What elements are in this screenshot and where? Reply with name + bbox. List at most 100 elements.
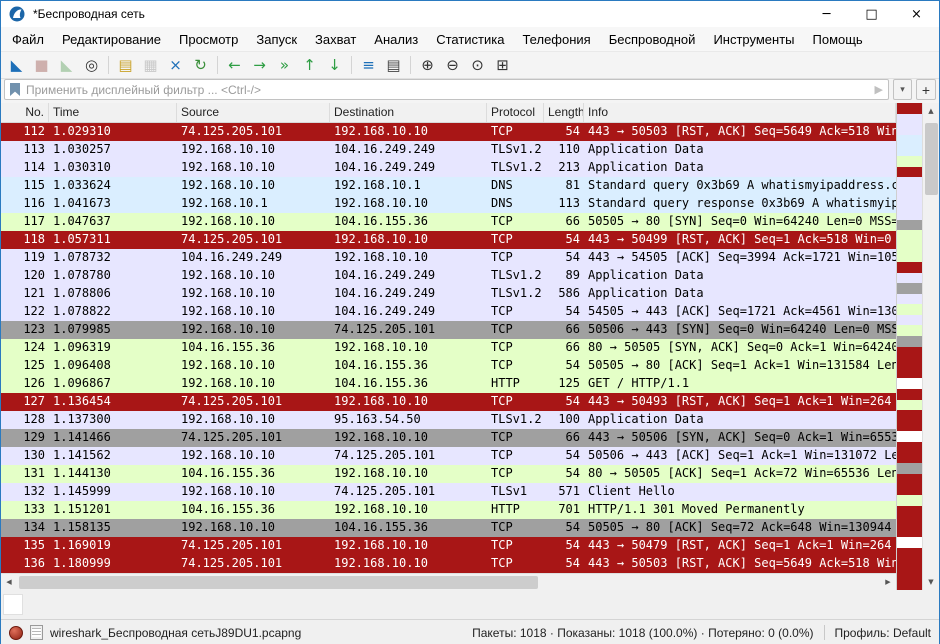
- packet-row-123[interactable]: 1231.079985192.168.10.1074.125.205.101TC…: [1, 321, 896, 339]
- packet-row-132[interactable]: 1321.145999192.168.10.1074.125.205.101TL…: [1, 483, 896, 501]
- menu-item-7[interactable]: Статистика: [427, 30, 513, 49]
- expert-info-icon[interactable]: [9, 626, 23, 640]
- packet-row-135[interactable]: 1351.16901974.125.205.101192.168.10.10TC…: [1, 537, 896, 555]
- cell-proto: TCP: [487, 429, 544, 447]
- cell-proto: TLSv1.2: [487, 141, 544, 159]
- vertical-scrollbar[interactable]: ▲ ▼: [922, 103, 939, 590]
- close-file-icon[interactable]: ×: [163, 54, 188, 77]
- cell-len: 54: [544, 303, 584, 321]
- packet-row-116[interactable]: 1161.041673192.168.10.1192.168.10.10DNS1…: [1, 195, 896, 213]
- packet-row-114[interactable]: 1141.030310192.168.10.10104.16.249.249TL…: [1, 159, 896, 177]
- column-header-destination[interactable]: Destination: [330, 103, 487, 122]
- packet-row-126[interactable]: 1261.096867192.168.10.10104.16.155.36HTT…: [1, 375, 896, 393]
- menu-item-4[interactable]: Запуск: [247, 30, 306, 49]
- packet-row-125[interactable]: 1251.096408192.168.10.10104.16.155.36TCP…: [1, 357, 896, 375]
- packet-row-124[interactable]: 1241.096319104.16.155.36192.168.10.10TCP…: [1, 339, 896, 357]
- menu-item-1[interactable]: Файл: [3, 30, 53, 49]
- horizontal-scroll-thumb[interactable]: [19, 576, 538, 589]
- vertical-scroll-thumb[interactable]: [925, 123, 938, 195]
- column-header-source[interactable]: Source: [177, 103, 330, 122]
- cell-time: 1.096319: [49, 339, 177, 357]
- display-filter-input[interactable]: [26, 83, 869, 97]
- cell-no: 123: [1, 321, 49, 339]
- packet-row-112[interactable]: 1121.02931074.125.205.101192.168.10.10TC…: [1, 123, 896, 141]
- column-header-length[interactable]: Length: [544, 103, 584, 122]
- minimap-stripe: [897, 103, 922, 114]
- scroll-down-icon[interactable]: ▼: [923, 574, 939, 590]
- menu-item-9[interactable]: Беспроводной: [600, 30, 705, 49]
- close-button[interactable]: ×: [894, 1, 939, 27]
- reload-file-icon[interactable]: ↻: [188, 54, 213, 77]
- status-bar-right: Пакеты: 1018 · Показаны: 1018 (100.0%) ·…: [472, 625, 931, 640]
- colorize-packets-icon[interactable]: ▤: [381, 54, 406, 77]
- filter-bookmark-icon[interactable]: [10, 83, 20, 96]
- packet-row-136[interactable]: 1361.18099974.125.205.101192.168.10.10TC…: [1, 555, 896, 573]
- packet-row-120[interactable]: 1201.078780192.168.10.10104.16.249.249TL…: [1, 267, 896, 285]
- packet-row-115[interactable]: 1151.033624192.168.10.10192.168.10.1DNS8…: [1, 177, 896, 195]
- go-first-packet-icon[interactable]: ↑: [297, 54, 322, 77]
- column-header-info[interactable]: Info: [584, 103, 896, 122]
- go-to-packet-icon[interactable]: »: [272, 54, 297, 77]
- packet-row-119[interactable]: 1191.078732104.16.249.249192.168.10.10TC…: [1, 249, 896, 267]
- menu-item-8[interactable]: Телефония: [513, 30, 599, 49]
- scroll-left-icon[interactable]: ◀: [1, 574, 17, 590]
- packet-row-128[interactable]: 1281.137300192.168.10.1095.163.54.50TLSv…: [1, 411, 896, 429]
- cell-src: 192.168.10.10: [177, 177, 330, 195]
- toolbar-separator: [217, 56, 218, 74]
- zoom-original-icon[interactable]: ⊙: [465, 54, 490, 77]
- capture-filename: wireshark_Беспроводная сетьJ89DU1.pcapng: [50, 626, 301, 640]
- menu-item-3[interactable]: Просмотр: [170, 30, 247, 49]
- menu-item-5[interactable]: Захват: [306, 30, 365, 49]
- packet-row-130[interactable]: 1301.141562192.168.10.1074.125.205.101TC…: [1, 447, 896, 465]
- menu-item-6[interactable]: Анализ: [365, 30, 427, 49]
- scroll-right-icon[interactable]: ▶: [880, 574, 896, 590]
- menu-item-10[interactable]: Инструменты: [704, 30, 803, 49]
- packet-row-127[interactable]: 1271.13645474.125.205.101192.168.10.10TC…: [1, 393, 896, 411]
- resize-columns-icon[interactable]: ⊞: [490, 54, 515, 77]
- scroll-up-icon[interactable]: ▲: [923, 103, 939, 119]
- column-header-no[interactable]: No.: [1, 103, 49, 122]
- open-file-icon[interactable]: ▤: [113, 54, 138, 77]
- cell-proto: HTTP: [487, 501, 544, 519]
- auto-scroll-icon[interactable]: ≡: [356, 54, 381, 77]
- packet-row-121[interactable]: 1211.078806192.168.10.10104.16.249.249TL…: [1, 285, 896, 303]
- horizontal-scrollbar[interactable]: ◀ ▶: [1, 573, 896, 590]
- cell-no: 125: [1, 357, 49, 375]
- capture-comment-icon[interactable]: [30, 625, 43, 640]
- packet-row-122[interactable]: 1221.078822192.168.10.10104.16.249.249TC…: [1, 303, 896, 321]
- filter-dropdown-button[interactable]: ▾: [893, 79, 912, 100]
- go-forward-icon[interactable]: →: [247, 54, 272, 77]
- cell-dst: 104.16.249.249: [330, 285, 487, 303]
- start-capture-icon[interactable]: ◣: [4, 54, 29, 77]
- cell-src: 192.168.10.10: [177, 213, 330, 231]
- profile-label[interactable]: Профиль: Default: [835, 626, 932, 640]
- packet-row-134[interactable]: 1341.158135192.168.10.10104.16.155.36TCP…: [1, 519, 896, 537]
- packet-row-129[interactable]: 1291.14146674.125.205.101192.168.10.10TC…: [1, 429, 896, 447]
- save-file-icon: ▦: [138, 54, 163, 77]
- menu-item-2[interactable]: Редактирование: [53, 30, 170, 49]
- packet-row-113[interactable]: 1131.030257192.168.10.10104.16.249.249TL…: [1, 141, 896, 159]
- display-filter-field[interactable]: ▶: [4, 79, 889, 100]
- go-back-icon[interactable]: ←: [222, 54, 247, 77]
- cell-src: 192.168.10.10: [177, 483, 330, 501]
- zoom-out-icon[interactable]: ⊖: [440, 54, 465, 77]
- minimap-stripe: [897, 569, 922, 580]
- packet-minimap[interactable]: [896, 103, 922, 590]
- capture-options-icon[interactable]: ◎: [79, 54, 104, 77]
- minimap-stripe: [897, 304, 922, 315]
- go-last-packet-icon[interactable]: ↓: [322, 54, 347, 77]
- apply-filter-icon[interactable]: ▶: [875, 83, 883, 96]
- cell-info: 50505 → 80 [ACK] Seq=1 Ack=1 Win=131584 …: [584, 357, 896, 375]
- packet-row-117[interactable]: 1171.047637192.168.10.10104.16.155.36TCP…: [1, 213, 896, 231]
- zoom-in-icon[interactable]: ⊕: [415, 54, 440, 77]
- add-filter-button[interactable]: +: [916, 79, 936, 100]
- packet-row-131[interactable]: 1311.144130104.16.155.36192.168.10.10TCP…: [1, 465, 896, 483]
- packet-row-133[interactable]: 1331.151201104.16.155.36192.168.10.10HTT…: [1, 501, 896, 519]
- cell-info: Application Data: [584, 141, 896, 159]
- packet-row-118[interactable]: 1181.05731174.125.205.101192.168.10.10TC…: [1, 231, 896, 249]
- column-header-protocol[interactable]: Protocol: [487, 103, 544, 122]
- menu-item-11[interactable]: Помощь: [804, 30, 872, 49]
- minimize-button[interactable]: ─: [804, 1, 849, 27]
- column-header-time[interactable]: Time: [49, 103, 177, 122]
- maximize-button[interactable]: □: [849, 1, 894, 27]
